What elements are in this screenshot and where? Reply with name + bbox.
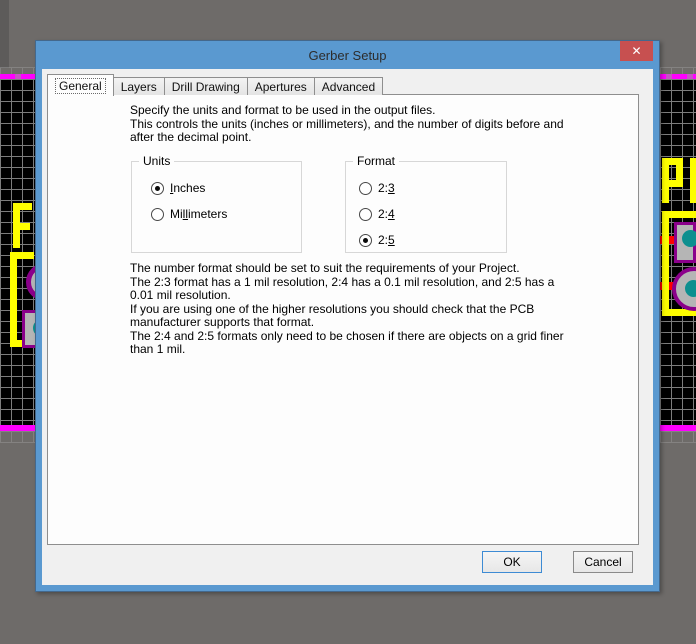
silkscreen-outline-left <box>10 252 34 259</box>
silkscreen-letter-left <box>13 223 30 230</box>
radio-millimeters-label: Millimeters <box>170 207 227 221</box>
cancel-button[interactable]: Cancel <box>573 551 633 573</box>
text-line: 0.01 mil resolution. <box>130 289 564 303</box>
silkscreen-letter-left <box>13 203 32 210</box>
tab-general-label: General <box>55 78 106 94</box>
tab-advanced[interactable]: Advanced <box>314 77 383 95</box>
silkscreen-outline-right <box>662 211 669 316</box>
silkscreen-outline-left <box>10 252 17 347</box>
radio-format-2-5-label: 2:5 <box>378 233 395 247</box>
units-groupbox: Units Inches Millimeters <box>131 161 302 253</box>
intro-text: Specify the units and format to be used … <box>130 104 564 145</box>
text-line: manufacturer supports that format. <box>130 316 564 330</box>
radio-button-icon <box>359 182 372 195</box>
radio-button-icon <box>359 234 372 247</box>
tab-apertures[interactable]: Apertures <box>247 77 315 95</box>
text-line: The number format should be set to suit … <box>130 262 564 276</box>
text-line: after the decimal point. <box>130 131 564 145</box>
ok-button[interactable]: OK <box>482 551 542 573</box>
tab-drill-drawing[interactable]: Drill Drawing <box>164 77 248 95</box>
radio-format-2-3[interactable]: 2:3 <box>359 181 395 195</box>
tab-strip: General Layers Drill Drawing Apertures A… <box>47 77 382 95</box>
dialog-title: Gerber Setup <box>308 48 386 63</box>
gerber-setup-dialog: Gerber Setup ✕ General Layers Drill Draw… <box>35 40 660 592</box>
text-line: This controls the units (inches or milli… <box>130 118 564 132</box>
text-line: The 2:4 and 2:5 formats only need to be … <box>130 330 564 344</box>
notes-text: The number format should be set to suit … <box>130 262 564 357</box>
pcb-square-pad-right <box>674 222 696 263</box>
radio-button-icon <box>151 208 164 221</box>
radio-inches-label: Inches <box>170 181 205 195</box>
radio-button-icon <box>359 208 372 221</box>
dialog-titlebar[interactable]: Gerber Setup ✕ <box>36 41 659 69</box>
tab-page-general: Specify the units and format to be used … <box>47 94 639 545</box>
radio-button-icon <box>151 182 164 195</box>
radio-millimeters[interactable]: Millimeters <box>151 207 227 221</box>
text-line: If you are using one of the higher resol… <box>130 303 564 317</box>
text-line: The 2:3 format has a 1 mil resolution, 2… <box>130 276 564 290</box>
text-line: Specify the units and format to be used … <box>130 104 564 118</box>
tab-general[interactable]: General <box>47 74 114 96</box>
silkscreen-outline-right <box>662 211 696 218</box>
close-button[interactable]: ✕ <box>620 41 653 61</box>
units-groupbox-label: Units <box>139 154 174 168</box>
dialog-client-area: General Layers Drill Drawing Apertures A… <box>42 69 653 585</box>
format-groupbox-label: Format <box>353 154 399 168</box>
close-icon: ✕ <box>631 44 641 58</box>
radio-format-2-4-label: 2:4 <box>378 207 395 221</box>
radio-inches[interactable]: Inches <box>151 181 205 195</box>
radio-format-2-3-label: 2:3 <box>378 181 395 195</box>
silkscreen-designator-p <box>662 180 683 187</box>
radio-format-2-4[interactable]: 2:4 <box>359 207 395 221</box>
silkscreen-designator-digit <box>690 158 696 203</box>
pcb-editor-background: Gerber Setup ✕ General Layers Drill Draw… <box>0 0 696 644</box>
tab-layers[interactable]: Layers <box>113 77 165 95</box>
panel-edge <box>0 0 9 68</box>
text-line: than 1 mil. <box>130 343 564 357</box>
format-groupbox: Format 2:3 2:4 2:5 <box>345 161 507 253</box>
radio-format-2-5[interactable]: 2:5 <box>359 233 395 247</box>
